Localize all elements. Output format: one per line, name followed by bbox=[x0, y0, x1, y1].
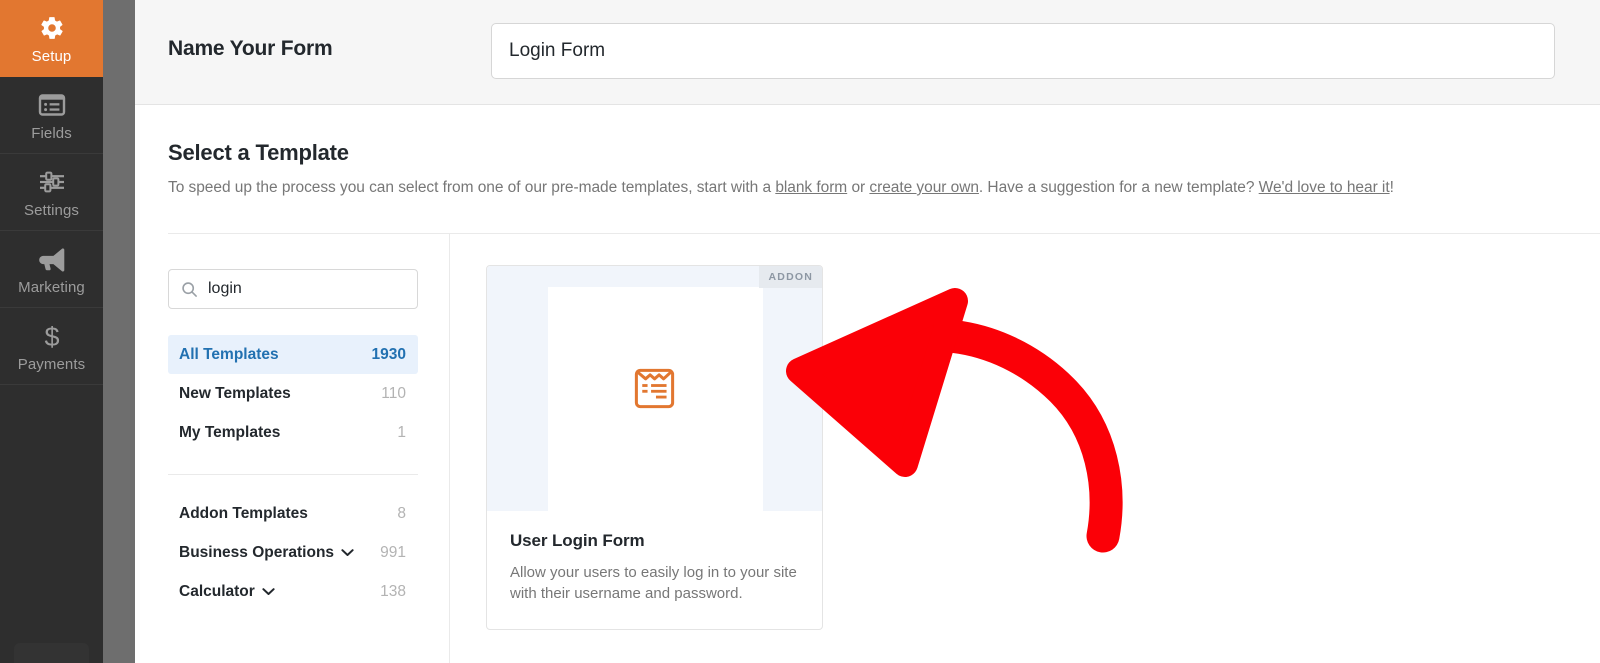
rail-item-marketing[interactable]: Marketing bbox=[0, 231, 103, 308]
template-card-user-login-form[interactable]: ADDON User Login Form Allow your users t… bbox=[486, 265, 823, 630]
category-label: Business Operations bbox=[179, 543, 335, 561]
list-icon bbox=[0, 89, 103, 121]
form-name-header: Name Your Form bbox=[135, 0, 1600, 105]
category-label: All Templates bbox=[179, 345, 279, 363]
desc-text-3: . Have a suggestion for a new template? bbox=[978, 179, 1259, 196]
form-builder-screen: Setup Fields Settings Marketing $ Paymen… bbox=[0, 0, 1600, 663]
category-label: New Templates bbox=[179, 384, 291, 402]
search-input[interactable] bbox=[208, 280, 417, 298]
panel-scroll-gutter[interactable] bbox=[103, 0, 135, 663]
category-count: 991 bbox=[380, 543, 406, 561]
template-categories-sidebar: All Templates 1930 New Templates 110 My … bbox=[168, 233, 450, 663]
category-label: Addon Templates bbox=[179, 504, 308, 522]
rail-item-settings[interactable]: Settings bbox=[0, 154, 103, 231]
rail-bottom-button[interactable] bbox=[14, 643, 89, 663]
blank-form-link[interactable]: blank form bbox=[775, 179, 847, 196]
search-icon bbox=[181, 281, 198, 298]
category-count: 110 bbox=[381, 384, 406, 402]
category-count: 8 bbox=[397, 504, 406, 522]
chevron-down-icon[interactable] bbox=[341, 548, 354, 557]
category-new-templates[interactable]: New Templates 110 bbox=[168, 374, 418, 413]
rail-item-label: Marketing bbox=[18, 279, 85, 296]
love-to-hear-it-link[interactable]: We'd love to hear it bbox=[1259, 179, 1390, 196]
main-panel: Name Your Form Select a Template To spee… bbox=[135, 0, 1600, 663]
form-template-icon bbox=[631, 365, 678, 412]
page-description: To speed up the process you can select f… bbox=[168, 179, 1394, 197]
primary-nav-rail: Setup Fields Settings Marketing $ Paymen… bbox=[0, 0, 103, 663]
page-title: Select a Template bbox=[168, 140, 349, 165]
category-my-templates[interactable]: My Templates 1 bbox=[168, 413, 418, 452]
template-grid: ADDON User Login Form Allow your users t… bbox=[486, 233, 1600, 663]
primary-category-list: All Templates 1930 New Templates 110 My … bbox=[168, 335, 449, 452]
name-your-form-label: Name Your Form bbox=[168, 37, 333, 60]
desc-text-2: or bbox=[847, 179, 870, 196]
svg-text:$: $ bbox=[44, 322, 59, 350]
rail-item-label: Settings bbox=[24, 202, 79, 219]
sliders-icon bbox=[0, 166, 103, 198]
chevron-down-icon[interactable] bbox=[262, 587, 275, 596]
category-business-operations[interactable]: Business Operations 991 bbox=[168, 533, 418, 572]
desc-text-4: ! bbox=[1389, 179, 1394, 196]
category-addon-templates[interactable]: Addon Templates 8 bbox=[168, 494, 418, 533]
category-calculator[interactable]: Calculator 138 bbox=[168, 572, 418, 611]
rail-item-label: Payments bbox=[17, 356, 86, 373]
category-count: 138 bbox=[380, 582, 406, 600]
template-title: User Login Form bbox=[510, 531, 645, 550]
category-count: 1 bbox=[397, 423, 406, 441]
category-label: My Templates bbox=[179, 423, 281, 441]
rail-item-payments[interactable]: $ Payments bbox=[0, 308, 103, 385]
rail-item-label: Setup bbox=[31, 48, 72, 65]
form-name-input[interactable] bbox=[491, 23, 1555, 79]
category-count: 1930 bbox=[371, 345, 406, 363]
create-your-own-link[interactable]: create your own bbox=[869, 179, 979, 196]
rail-item-setup[interactable]: Setup bbox=[0, 0, 103, 77]
category-label: Calculator bbox=[179, 582, 255, 600]
megaphone-icon bbox=[0, 243, 103, 275]
gear-icon bbox=[0, 12, 103, 44]
secondary-category-list: Addon Templates 8 Business Operations 99… bbox=[168, 494, 449, 611]
category-list-divider bbox=[168, 474, 418, 475]
dollar-icon: $ bbox=[0, 320, 103, 352]
addon-badge: ADDON bbox=[758, 266, 822, 288]
template-preview: ADDON bbox=[487, 266, 822, 511]
desc-text-1: To speed up the process you can select f… bbox=[168, 179, 776, 196]
rail-item-label: Fields bbox=[31, 125, 72, 142]
rail-item-fields[interactable]: Fields bbox=[0, 77, 103, 154]
template-card-body: User Login Form Allow your users to easi… bbox=[487, 511, 822, 605]
template-search-box[interactable] bbox=[168, 269, 418, 309]
template-description: Allow your users to easily log in to you… bbox=[510, 564, 797, 603]
category-all-templates[interactable]: All Templates 1930 bbox=[168, 335, 418, 374]
